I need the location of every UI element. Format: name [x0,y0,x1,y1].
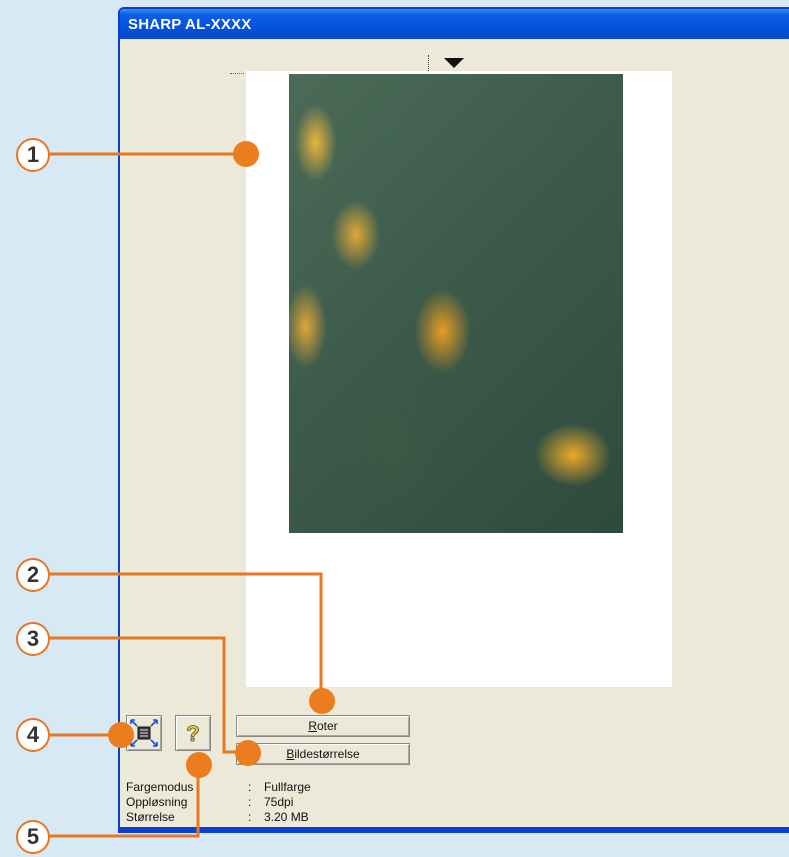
callout-1: 1 [16,138,50,172]
callout-2: 2 [16,558,50,592]
callout-1-marker [233,141,259,167]
callout-2-marker [309,688,335,714]
callout-3: 3 [16,622,50,656]
callout-4: 4 [16,718,50,752]
callout-4-marker [108,722,134,748]
callout-5: 5 [16,820,50,854]
callout-5-marker [186,752,212,778]
callout-3-marker [235,740,261,766]
